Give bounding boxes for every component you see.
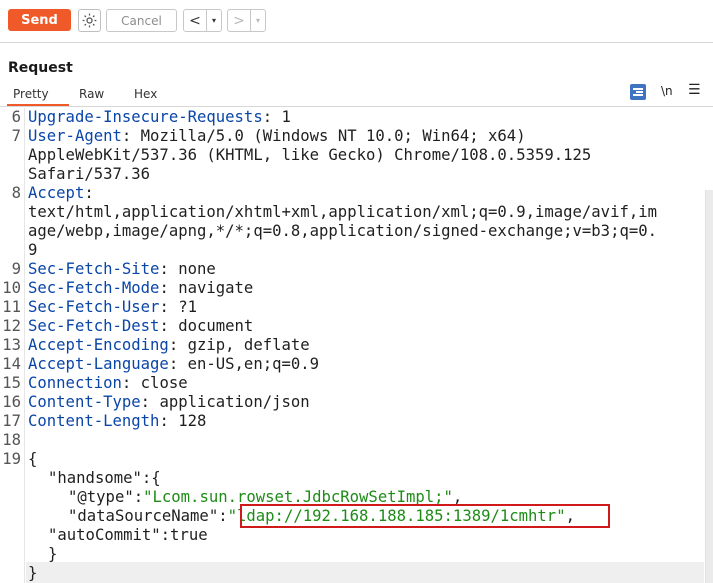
highlight-annotation-box [240,504,610,528]
settings-button[interactable] [78,9,101,32]
line-number: 10 [2,279,21,297]
current-line-highlight [26,562,704,583]
header-name: Content-Length [28,412,160,430]
header-value: : navigate [159,279,254,297]
code-line: User-Agent: Mozilla/5.0 (Windows NT 10.0… [28,127,526,146]
code-line-wrap: AppleWebKit/537.36 (KHTML, like Gecko) C… [28,146,592,164]
back-button[interactable]: < [184,10,207,31]
json-key: "dataSourceName" [68,507,219,525]
header-name: Sec-Fetch-User [28,298,160,316]
gutter-divider [24,108,25,583]
header-name: Connection [28,374,122,392]
code-line: Sec-Fetch-Mode: navigate [28,279,253,298]
json-line: "handsome":{ [48,469,161,488]
header-value: : 1 [262,108,291,126]
pretty-print-icon[interactable] [630,84,646,100]
back-navigation: < ▾ [183,9,222,32]
json-value: :true [160,526,208,544]
json-key: "handsome" [48,469,142,487]
cancel-button[interactable]: Cancel [106,9,177,32]
tab-raw[interactable]: Raw [73,86,110,104]
code-line: Content-Length: 128 [28,412,206,431]
vertical-scrollbar[interactable] [705,190,713,583]
code-line: Sec-Fetch-Site: none [28,260,216,279]
tab-hex[interactable]: Hex [128,86,163,104]
request-editor[interactable]: 6 Upgrade-Insecure-Requests: 1 7 User-Ag… [0,108,713,583]
json-close-brace: } [48,545,58,563]
line-number: 11 [2,298,21,316]
header-name: Accept-Encoding [28,336,169,354]
back-history-dropdown[interactable]: ▾ [207,10,221,31]
code-line: Content-Type: application/json [28,393,310,412]
code-line-wrap: text/html,application/xhtml+xml,applicat… [28,203,658,221]
header-name: Accept-Language [28,355,169,373]
line-number: 14 [2,355,21,373]
header-value: : [84,184,94,202]
header-value: : 128 [159,412,207,430]
json-line: "autoCommit":true [48,526,208,545]
toolbar: Send Cancel < ▾ > ▾ [0,0,713,43]
tab-pretty[interactable]: Pretty [7,86,69,106]
line-number: 16 [2,393,21,411]
code-line: Upgrade-Insecure-Requests: 1 [28,108,291,127]
header-value: : gzip, deflate [168,336,310,354]
header-value: : document [159,317,254,335]
header-name: User-Agent [28,127,122,145]
header-value: : en-US,en;q=0.9 [168,355,320,373]
view-tabs: Pretty Raw Hex [0,84,713,107]
line-number: 13 [2,336,21,354]
code-line: Accept-Encoding: gzip, deflate [28,336,310,355]
code-line: Accept-Language: en-US,en;q=0.9 [28,355,319,374]
line-number: 9 [11,260,21,278]
line-number: 7 [11,127,21,145]
header-value: : ?1 [159,298,197,316]
header-value: : none [159,260,216,278]
json-close-brace: } [28,564,38,582]
header-value: : close [121,374,188,392]
header-value: : application/json [140,393,310,411]
code-line: Connection: close [28,374,188,393]
line-number: 6 [11,108,21,126]
hamburger-menu-icon[interactable]: ☰ [688,82,701,98]
line-number: 18 [2,431,21,449]
forward-history-dropdown[interactable]: ▾ [251,10,265,31]
forward-button[interactable]: > [228,10,251,31]
header-value: : Mozilla/5.0 (Windows NT 10.0; Win64; x… [121,127,526,145]
line-number: 15 [2,374,21,392]
line-number: 12 [2,317,21,335]
panel-title: Request [8,60,73,76]
code-line: Accept: [28,184,94,203]
json-key: "autoCommit" [48,526,161,544]
show-newlines-toggle[interactable]: \n [661,84,673,98]
code-line-wrap: age/webp,image/apng,*/*;q=0.8,applicatio… [28,222,658,240]
header-name: Sec-Fetch-Mode [28,279,160,297]
code-line: Sec-Fetch-User: ?1 [28,298,197,317]
send-button[interactable]: Send [8,9,71,31]
header-name: Sec-Fetch-Dest [28,317,160,335]
code-line-wrap: 9 [28,241,38,259]
json-punct: : [133,488,144,506]
json-punct: : [218,507,228,525]
header-name: Accept [28,184,85,202]
code-line-wrap: Safari/537.36 [28,165,151,183]
json-open-brace: { [28,450,38,468]
header-name: Sec-Fetch-Site [28,260,160,278]
json-key: "@type" [68,488,134,506]
header-name: Upgrade-Insecure-Requests [28,108,263,126]
forward-navigation: > ▾ [227,9,266,32]
line-number: 8 [11,184,21,202]
header-name: Content-Type [28,393,141,411]
line-number: 19 [2,450,21,468]
gear-icon [82,13,97,28]
line-number: 17 [2,412,21,430]
json-punct: :{ [141,469,161,487]
code-line: Sec-Fetch-Dest: document [28,317,253,336]
